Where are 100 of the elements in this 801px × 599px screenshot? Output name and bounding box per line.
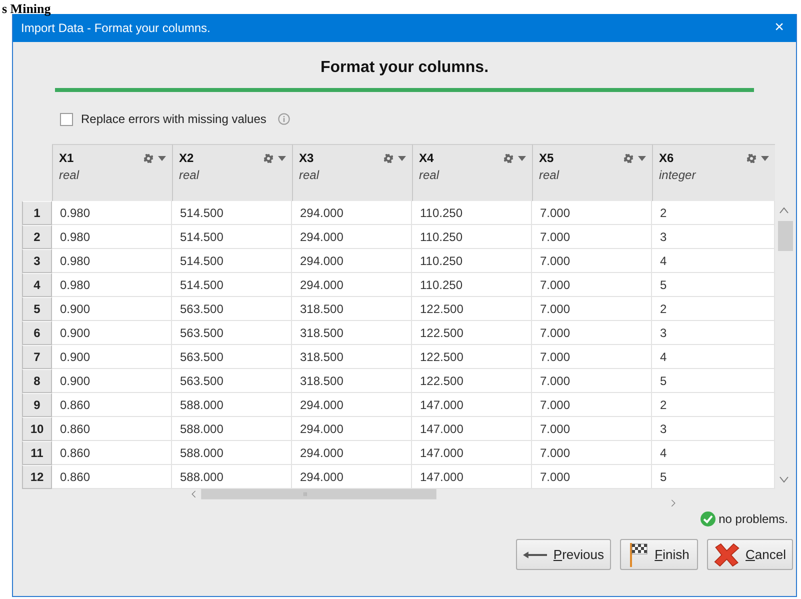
table-cell: 7.000 xyxy=(532,225,652,249)
caret-icon[interactable] xyxy=(638,156,646,160)
table-cell: 3 xyxy=(652,417,775,441)
table-cell: 318.500 xyxy=(292,297,412,321)
table-cell: 3 xyxy=(652,225,775,249)
table-cell: 122.500 xyxy=(412,369,532,393)
table-cell: 514.500 xyxy=(172,201,292,225)
gear-icon[interactable] xyxy=(264,154,273,162)
table-cell: 294.000 xyxy=(292,417,412,441)
table-cell: 0.860 xyxy=(52,465,172,489)
row-number: 2 xyxy=(22,225,52,249)
table-cell: 7.000 xyxy=(532,465,652,489)
table-cell: 563.500 xyxy=(172,345,292,369)
table-cell: 0.980 xyxy=(52,273,172,297)
row-number: 9 xyxy=(22,393,52,417)
table-cell: 5 xyxy=(652,369,775,393)
table-cell: 294.000 xyxy=(292,225,412,249)
close-button[interactable]: × xyxy=(770,19,788,37)
left-arrow-icon xyxy=(523,550,548,560)
table-cell: 563.500 xyxy=(172,297,292,321)
table-cell: 7.000 xyxy=(532,273,652,297)
caret-icon[interactable] xyxy=(518,156,526,160)
table-cell: 0.980 xyxy=(52,249,172,273)
table-cell: 0.980 xyxy=(52,201,172,225)
column-header[interactable]: X4 real xyxy=(412,144,532,201)
table-cell: 563.500 xyxy=(172,369,292,393)
table-cell: 294.000 xyxy=(292,249,412,273)
table-cell: 514.500 xyxy=(172,225,292,249)
column-header[interactable]: X5 real xyxy=(532,144,652,201)
row-number: 8 xyxy=(22,369,52,393)
caret-icon[interactable] xyxy=(398,156,406,160)
table-cell: 294.000 xyxy=(292,201,412,225)
table-cell: 588.000 xyxy=(172,393,292,417)
table-cell: 110.250 xyxy=(412,201,532,225)
table-cell: 0.860 xyxy=(52,393,172,417)
checkbox[interactable] xyxy=(60,112,73,126)
gear-icon[interactable] xyxy=(144,154,153,162)
row-number: 10 xyxy=(22,417,52,441)
finish-button[interactable]: Finish xyxy=(620,539,698,570)
table-cell: 7.000 xyxy=(532,345,652,369)
row-number: 3 xyxy=(22,249,52,273)
table-cell: 7.000 xyxy=(532,417,652,441)
table-cell: 514.500 xyxy=(172,249,292,273)
table-cell: 7.000 xyxy=(532,321,652,345)
table-cell: 588.000 xyxy=(172,465,292,489)
table-cell: 5 xyxy=(652,465,775,489)
table-cell: 0.860 xyxy=(52,441,172,465)
column-header[interactable]: X1 real xyxy=(52,144,172,201)
caret-icon[interactable] xyxy=(761,156,769,160)
gear-icon[interactable] xyxy=(384,154,393,162)
row-number: 12 xyxy=(22,465,52,489)
column-header[interactable]: X2 real xyxy=(172,144,292,201)
table-cell: 7.000 xyxy=(532,369,652,393)
table-cell: 2 xyxy=(652,393,775,417)
row-number: 7 xyxy=(22,345,52,369)
table-cell: 147.000 xyxy=(412,465,532,489)
table-cell: 294.000 xyxy=(292,273,412,297)
caret-icon[interactable] xyxy=(158,156,166,160)
table-cell: 0.900 xyxy=(52,321,172,345)
table-cell: 122.500 xyxy=(412,321,532,345)
table-cell: 318.500 xyxy=(292,369,412,393)
table-cell: 5 xyxy=(652,273,775,297)
column-header[interactable]: X6 integer xyxy=(652,144,775,201)
previous-button[interactable]: Previous xyxy=(516,539,611,570)
row-number: 6 xyxy=(22,321,52,345)
table-cell: 0.900 xyxy=(52,369,172,393)
table-cell: 2 xyxy=(652,201,775,225)
table-cell: 4 xyxy=(652,441,775,465)
table-cell: 0.860 xyxy=(52,417,172,441)
gear-icon[interactable] xyxy=(624,154,633,162)
table-cell: 110.250 xyxy=(412,225,532,249)
gear-icon[interactable] xyxy=(504,154,513,162)
table-cell: 4 xyxy=(652,249,775,273)
table-cell: 514.500 xyxy=(172,273,292,297)
table-cell: 318.500 xyxy=(292,345,412,369)
caret-icon[interactable] xyxy=(278,156,286,160)
table-cell: 110.250 xyxy=(412,273,532,297)
table-cell: 7.000 xyxy=(532,441,652,465)
table-cell: 294.000 xyxy=(292,465,412,489)
info-icon[interactable] xyxy=(278,113,290,125)
table-cell: 294.000 xyxy=(292,441,412,465)
cancel-button[interactable]: Cancel xyxy=(707,539,793,570)
checkered-flag-icon xyxy=(628,542,649,566)
column-header[interactable]: X3 real xyxy=(292,144,412,201)
table-cell: 0.900 xyxy=(52,297,172,321)
check-icon xyxy=(700,511,716,527)
gear-icon[interactable] xyxy=(747,154,756,162)
table-cell: 110.250 xyxy=(412,249,532,273)
page-heading: s Mining xyxy=(2,2,51,16)
table-cell: 147.000 xyxy=(412,441,532,465)
table-cell: 588.000 xyxy=(172,417,292,441)
row-number: 11 xyxy=(22,441,52,465)
row-number: 5 xyxy=(22,297,52,321)
row-number: 1 xyxy=(22,201,52,225)
table-cell: 147.000 xyxy=(412,393,532,417)
table-cell: 0.980 xyxy=(52,225,172,249)
table-cell: 7.000 xyxy=(532,393,652,417)
table-cell: 3 xyxy=(652,321,775,345)
table-cell: 7.000 xyxy=(532,297,652,321)
table-cell: 563.500 xyxy=(172,321,292,345)
